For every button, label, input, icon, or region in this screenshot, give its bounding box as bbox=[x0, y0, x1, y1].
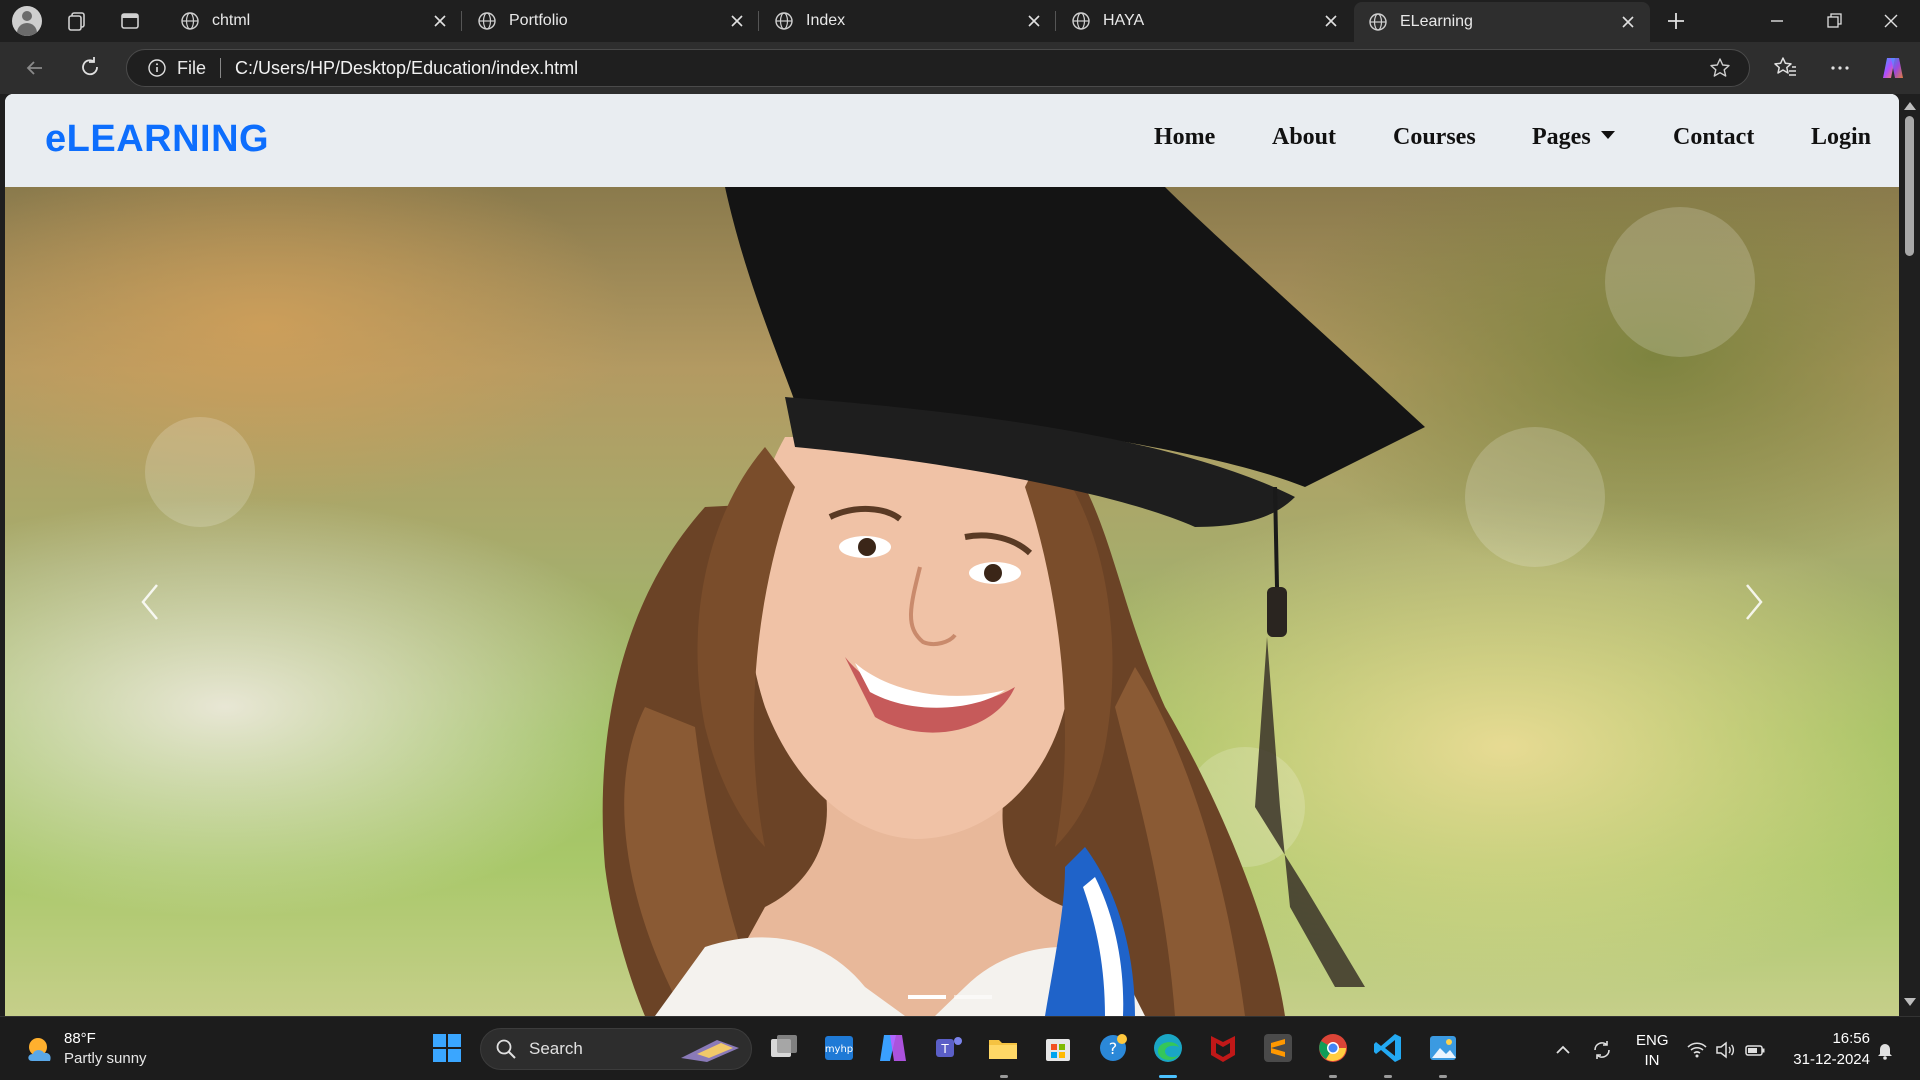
search-placeholder: Search bbox=[529, 1039, 583, 1058]
carousel-next-chevron-icon[interactable] bbox=[1739, 577, 1769, 627]
browser-toolbar: File C:/Users/HP/Desktop/Education/index… bbox=[0, 42, 1920, 94]
carousel-prev-chevron-icon[interactable] bbox=[135, 577, 165, 627]
carousel-indicators bbox=[908, 995, 992, 999]
back-arrow-icon[interactable] bbox=[22, 55, 48, 81]
mcafee-app-icon[interactable] bbox=[1206, 1031, 1240, 1065]
vscode-app-icon[interactable] bbox=[1371, 1031, 1405, 1065]
clock-date[interactable]: 31-12-2024 bbox=[1780, 1051, 1870, 1068]
battery-icon[interactable] bbox=[1744, 1039, 1766, 1061]
more-options-icon[interactable] bbox=[1827, 55, 1853, 81]
site-navbar: eLEARNING Home About Courses Pages Conta… bbox=[5, 94, 1899, 187]
edge-browser-icon[interactable] bbox=[1151, 1031, 1185, 1065]
nav-link-contact[interactable]: Contact bbox=[1673, 124, 1754, 151]
myhp-app-icon[interactable]: myhp bbox=[822, 1031, 856, 1065]
workspaces-icon[interactable] bbox=[66, 10, 88, 32]
browser-tab[interactable]: chtml bbox=[166, 0, 462, 42]
globe-icon bbox=[181, 12, 199, 30]
language-indicator-line2[interactable]: IN bbox=[1636, 1052, 1668, 1069]
tab-title: ELearning bbox=[1400, 13, 1473, 30]
notification-bell-icon[interactable] bbox=[1874, 1039, 1896, 1061]
nav-link-home[interactable]: Home bbox=[1154, 124, 1215, 151]
photos-app-icon[interactable] bbox=[1426, 1031, 1460, 1065]
clock-time[interactable]: 16:56 bbox=[1780, 1030, 1870, 1047]
close-icon[interactable] bbox=[1323, 13, 1339, 29]
browser-tab[interactable]: HAYA bbox=[1057, 0, 1353, 42]
favorites-icon[interactable] bbox=[1772, 55, 1798, 81]
close-icon[interactable] bbox=[729, 13, 745, 29]
globe-icon bbox=[1369, 13, 1387, 31]
refresh-icon[interactable] bbox=[77, 55, 103, 81]
tab-title: Portfolio bbox=[509, 12, 568, 29]
scroll-down-arrow-icon[interactable] bbox=[1904, 998, 1916, 1006]
partly-sunny-weather-icon[interactable] bbox=[24, 1033, 58, 1067]
nav-dropdown-pages-label: Pages bbox=[1532, 124, 1591, 150]
svg-text:?: ? bbox=[1109, 1039, 1118, 1058]
carousel-indicator[interactable] bbox=[908, 995, 946, 999]
tab-actions-icon[interactable] bbox=[119, 10, 141, 32]
search-icon bbox=[496, 1039, 516, 1059]
tab-title: Index bbox=[806, 12, 846, 29]
browser-tab[interactable]: Index bbox=[760, 0, 1056, 42]
scrollbar-thumb[interactable] bbox=[1905, 116, 1914, 256]
close-icon[interactable] bbox=[1026, 13, 1042, 29]
svg-text:T: T bbox=[940, 1042, 949, 1056]
url-scheme-label: File bbox=[177, 57, 207, 78]
get-help-app-icon[interactable]: ? bbox=[1096, 1031, 1130, 1065]
browser-tab[interactable]: Portfolio bbox=[463, 0, 759, 42]
scroll-up-arrow-icon[interactable] bbox=[1904, 102, 1916, 110]
browser-tab-active[interactable]: ELearning bbox=[1354, 2, 1650, 42]
sync-icon[interactable] bbox=[1591, 1039, 1613, 1061]
window-close-icon[interactable] bbox=[1879, 9, 1903, 33]
microsoft-store-icon[interactable] bbox=[1041, 1031, 1075, 1065]
svg-text:myhp: myhp bbox=[825, 1044, 853, 1055]
globe-icon bbox=[478, 12, 496, 30]
wifi-icon[interactable] bbox=[1686, 1039, 1708, 1061]
teams-app-icon[interactable]: T bbox=[932, 1031, 966, 1065]
page-scrollbar[interactable] bbox=[1899, 94, 1920, 1016]
url-text[interactable]: C:/Users/HP/Desktop/Education/index.html bbox=[235, 58, 1709, 79]
caret-down-icon bbox=[1600, 131, 1615, 140]
language-indicator-line1[interactable]: ENG bbox=[1636, 1032, 1669, 1049]
browser-tab-strip: chtml Portfolio Index HAYA ELearning bbox=[0, 0, 1920, 42]
nav-link-login[interactable]: Login bbox=[1811, 124, 1871, 151]
address-bar[interactable]: File C:/Users/HP/Desktop/Education/index… bbox=[126, 49, 1750, 87]
minimize-icon[interactable] bbox=[1765, 9, 1789, 33]
info-icon[interactable] bbox=[147, 58, 167, 78]
profile-avatar[interactable] bbox=[12, 6, 42, 36]
site-brand-logo[interactable]: eLEARNING bbox=[45, 118, 269, 161]
search-highlight-illustration-icon bbox=[681, 1040, 739, 1062]
weather-temperature: 88°F bbox=[64, 1030, 96, 1047]
chrome-browser-icon[interactable] bbox=[1316, 1031, 1350, 1065]
taskbar-search-box[interactable]: Search bbox=[480, 1028, 752, 1070]
windows-start-icon[interactable] bbox=[430, 1031, 464, 1065]
new-tab-plus-icon[interactable] bbox=[1664, 9, 1688, 33]
tab-title: HAYA bbox=[1103, 12, 1145, 29]
task-view-icon[interactable] bbox=[767, 1031, 801, 1065]
windows-taskbar: 88°F Partly sunny Search myhp T ? ENG IN… bbox=[0, 1016, 1920, 1080]
volume-icon[interactable] bbox=[1714, 1039, 1736, 1061]
nav-dropdown-pages[interactable]: Pages bbox=[1532, 124, 1615, 151]
weather-description: Partly sunny bbox=[64, 1050, 147, 1067]
restore-icon[interactable] bbox=[1822, 9, 1846, 33]
globe-icon bbox=[775, 12, 793, 30]
hero-carousel bbox=[5, 187, 1899, 1016]
tab-title: chtml bbox=[212, 12, 251, 29]
close-icon[interactable] bbox=[1620, 14, 1636, 30]
show-hidden-icons-chevron-up-icon[interactable] bbox=[1552, 1039, 1574, 1061]
carousel-indicator[interactable] bbox=[954, 995, 992, 999]
favorite-star-icon[interactable] bbox=[1709, 57, 1731, 79]
close-icon[interactable] bbox=[432, 13, 448, 29]
page-viewport: eLEARNING Home About Courses Pages Conta… bbox=[5, 94, 1899, 1016]
nav-link-courses[interactable]: Courses bbox=[1393, 124, 1476, 151]
nav-link-about[interactable]: About bbox=[1272, 124, 1336, 151]
file-explorer-icon[interactable] bbox=[986, 1031, 1020, 1065]
copilot-app-icon[interactable] bbox=[876, 1031, 910, 1065]
copilot-icon[interactable] bbox=[1880, 55, 1906, 81]
graduate-photo bbox=[602, 187, 1425, 1016]
sublime-text-icon[interactable] bbox=[1261, 1031, 1295, 1065]
globe-icon bbox=[1072, 12, 1090, 30]
